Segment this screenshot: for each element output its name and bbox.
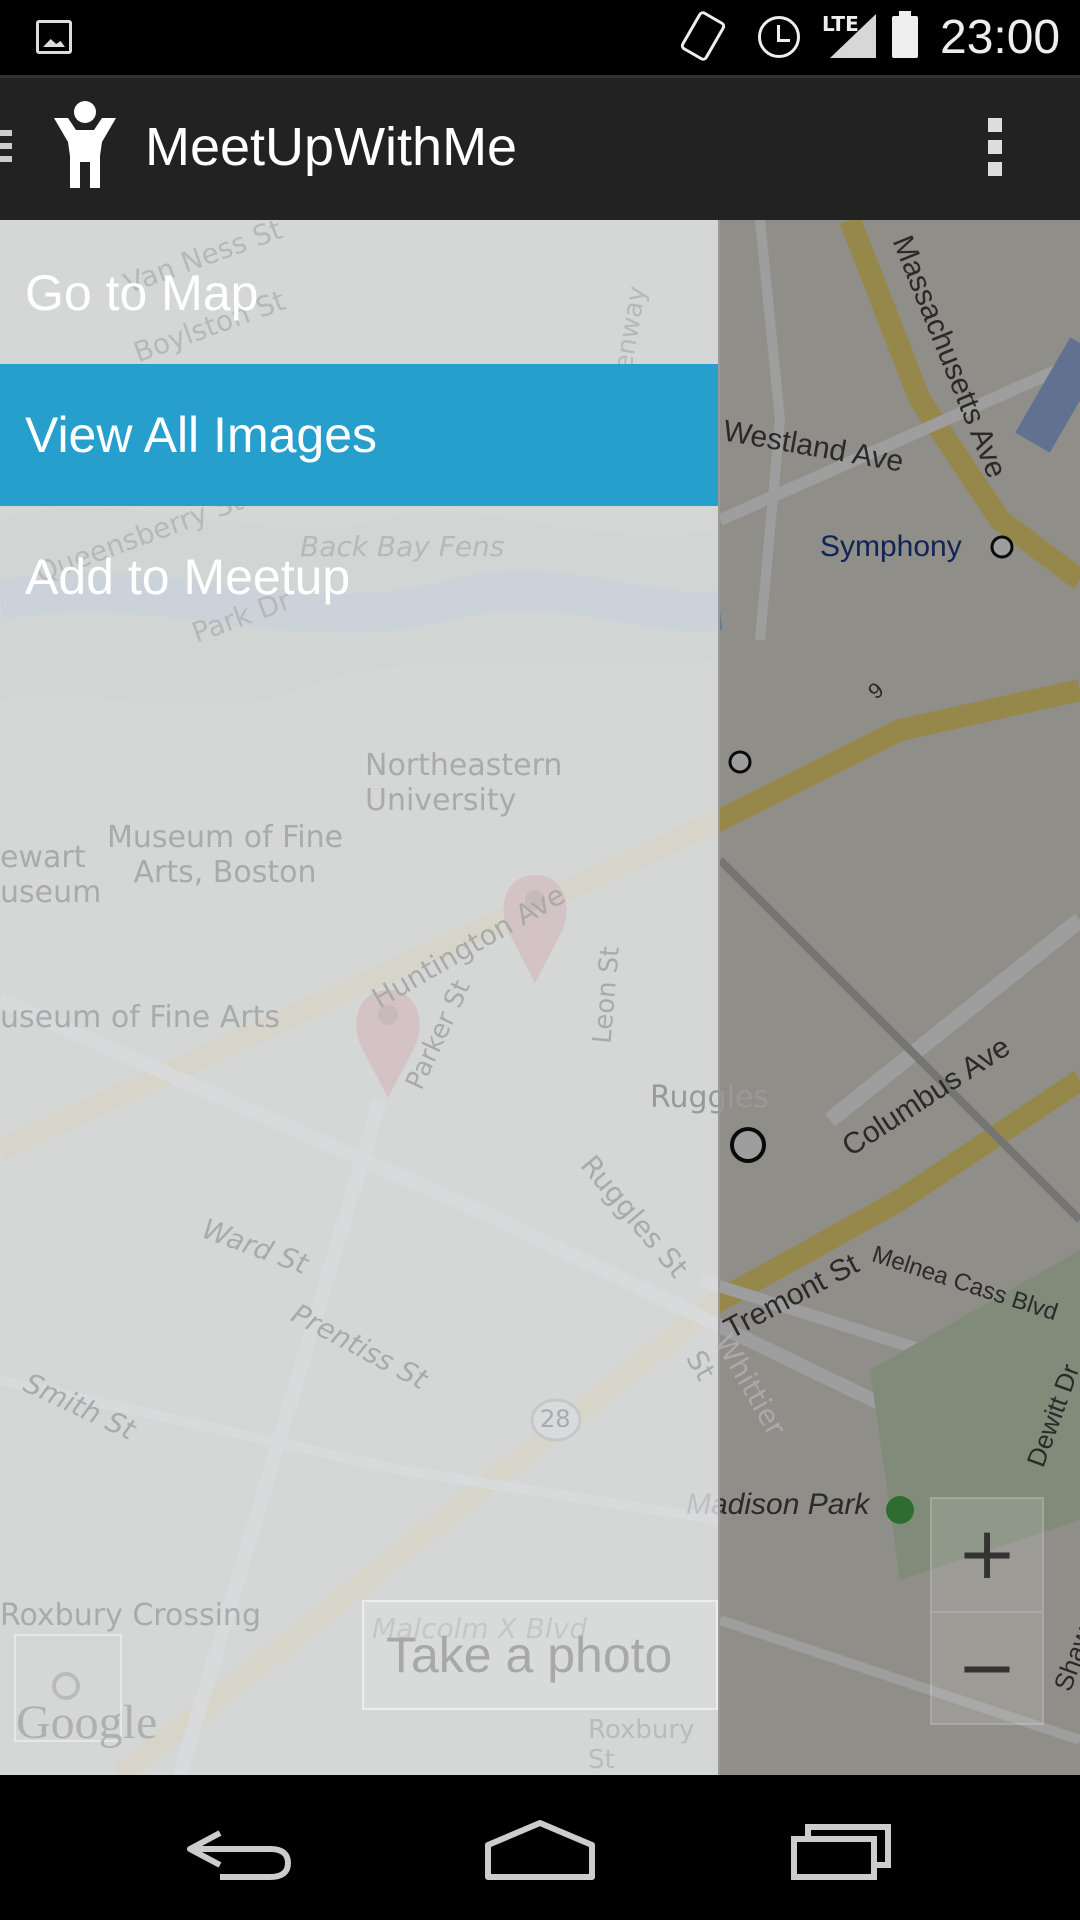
back-icon[interactable] [180,1815,300,1885]
map-label: Leon St [587,945,626,1045]
map-label: Ruggles [650,1080,770,1115]
map-label: Northeastern University [365,748,563,818]
zoom-in-button[interactable]: + [932,1499,1042,1613]
take-photo-button[interactable]: Take a photo [362,1600,718,1710]
alarm-icon [758,16,800,58]
map-label: Ward St [197,1212,313,1281]
app-title: MeetUpWithMe [145,117,518,177]
drawer-indicator-icon[interactable] [0,130,12,169]
recent-apps-icon[interactable] [780,1815,900,1885]
image-notification-icon [36,20,72,54]
drawer-item-add-to-meetup[interactable]: Add to Meetup [0,506,718,648]
map-label: Ruggles St [573,1148,695,1285]
zoom-out-button[interactable]: − [932,1613,1042,1725]
drawer-item-go-to-map[interactable]: Go to Map [0,222,718,364]
drawer-item-view-all-images[interactable]: View All Images [0,364,718,506]
google-logo: Google [16,1696,158,1749]
network-type-label: LTE [822,12,859,36]
battery-icon [892,11,918,58]
map-label: useum of Fine Arts [0,1000,280,1035]
home-icon[interactable] [480,1815,600,1885]
map-label: Museum of Fine Arts, Boston [106,820,344,890]
navigation-drawer: Van Ness St Boylston St Back Bay Fens Qu… [0,213,792,1775]
map-label: 28 [540,1405,571,1433]
system-navigation-bar [0,1775,1080,1920]
map-label: Roxbury St [588,1715,695,1775]
status-bar: LTE 23:00 [0,0,1080,75]
map-label: Smith St [18,1366,141,1447]
map-label: Prentiss St [285,1296,433,1397]
status-time: 23:00 [940,11,1061,64]
zoom-controls: + − [930,1497,1044,1725]
overflow-menu-icon[interactable] [988,118,1002,184]
screen-rotation-icon [679,9,727,63]
map-label: ewart useum [0,840,102,910]
map-label: Roxbury Crossing [0,1598,261,1633]
action-bar: MeetUpWithMe [0,75,1080,220]
app-person-icon[interactable] [50,100,120,190]
